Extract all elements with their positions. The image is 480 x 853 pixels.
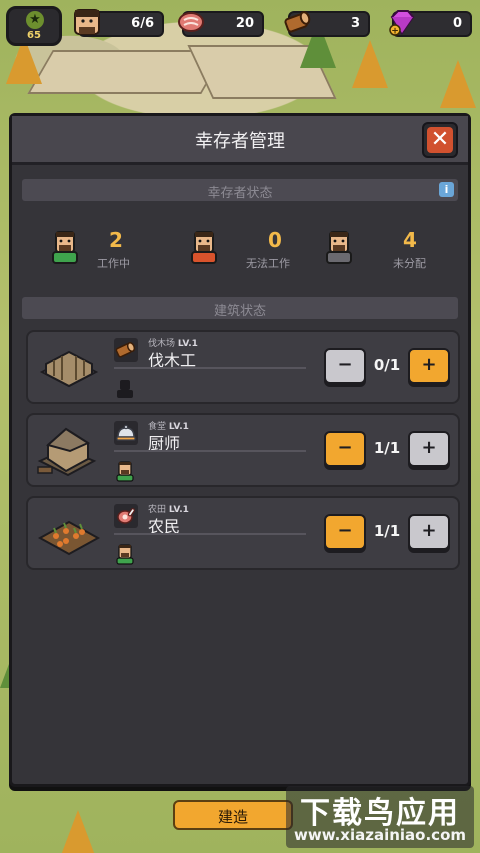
working-count: 2 <box>109 228 123 252</box>
working-survivor-icon <box>52 231 78 264</box>
top-hud: ★ 65 6/6 20 3 + 0 <box>6 6 474 46</box>
canteen-building-icon <box>37 427 97 477</box>
assigned-count: 1/1 <box>373 439 401 457</box>
wood-log-icon <box>284 11 311 33</box>
star-icon: ★ <box>26 11 44 29</box>
add-worker-button[interactable]: + <box>408 431 450 467</box>
stat-unable: 0 无法工作 <box>188 228 318 272</box>
site-watermark: 下载鸟应用 www.xiazainiao.com <box>286 786 474 848</box>
unassigned-survivor-icon <box>326 231 352 264</box>
meat-icon <box>178 12 204 32</box>
assigned-count: 0/1 <box>373 356 401 374</box>
building-status-header: 建筑状态 <box>22 297 458 319</box>
building-card-lumber-mill: 伐木场 LV.1 伐木工 − 0/1 + <box>26 330 460 404</box>
divider <box>114 533 306 535</box>
player-level: 65 <box>27 30 41 41</box>
worker-stepper: − 1/1 + <box>324 514 450 554</box>
assigned-worker-icon <box>116 461 134 482</box>
wood-counter[interactable]: 3 <box>284 11 370 37</box>
player-level-badge[interactable]: ★ 65 <box>6 6 62 46</box>
meat-counter[interactable]: 20 <box>178 11 264 37</box>
survivor-management-modal: 幸存者管理 ✕ 幸存者状态 i 2 工作中 0 无法工作 4 未分配 建筑状态 … <box>9 113 471 787</box>
info-icon[interactable]: i <box>439 182 454 197</box>
building-card-canteen: 食堂 LV.1 厨师 − 1/1 + <box>26 413 460 487</box>
add-worker-button[interactable]: + <box>408 348 450 384</box>
unassigned-label: 未分配 <box>393 257 426 270</box>
gem-counter[interactable]: + 0 <box>389 10 472 37</box>
worker-stepper: − 1/1 + <box>324 431 450 471</box>
remove-worker-button[interactable]: − <box>324 348 366 384</box>
ham-icon <box>114 504 138 528</box>
wood-count: 3 <box>350 16 360 31</box>
survivor-face-icon <box>74 9 100 35</box>
unassigned-count: 4 <box>403 228 417 252</box>
close-button[interactable]: ✕ <box>422 122 458 158</box>
modal-header: 幸存者管理 ✕ <box>12 116 468 165</box>
assigned-worker-icon <box>116 544 134 565</box>
meat-count: 20 <box>235 16 254 31</box>
farm-building-icon <box>37 520 101 556</box>
remove-worker-button[interactable]: − <box>324 431 366 467</box>
divider <box>114 367 306 369</box>
unable-label: 无法工作 <box>246 257 290 270</box>
autumn-tree <box>352 40 388 88</box>
survivor-status-header: 幸存者状态 i <box>22 179 458 201</box>
remove-worker-button[interactable]: − <box>324 514 366 550</box>
log-icon <box>114 338 138 362</box>
divider <box>114 450 306 452</box>
cloche-icon <box>114 421 138 445</box>
stat-unassigned: 4 未分配 <box>323 228 453 272</box>
unable-count: 0 <box>268 228 282 252</box>
empty-worker-slot-icon <box>117 380 133 398</box>
assigned-count: 1/1 <box>373 522 401 540</box>
survivor-count: 6/6 <box>131 16 154 31</box>
lumber-mill-building-icon <box>39 350 99 388</box>
add-worker-button[interactable]: + <box>408 514 450 550</box>
building-status-label: 建筑状态 <box>213 304 266 319</box>
watermark-url: www.xiazainiao.com <box>293 826 467 844</box>
close-icon: ✕ <box>427 127 453 153</box>
working-label: 工作中 <box>97 257 130 270</box>
stat-working: 2 工作中 <box>49 228 179 272</box>
gem-plus-icon: + <box>389 10 415 37</box>
build-label: 建造 <box>217 808 248 826</box>
survivor-counter[interactable]: 6/6 <box>74 9 164 37</box>
autumn-tree <box>60 810 96 853</box>
modal-title: 幸存者管理 <box>195 131 285 152</box>
survivor-status-label: 幸存者状态 <box>207 186 273 201</box>
worker-stepper: − 0/1 + <box>324 348 450 388</box>
gem-count: 0 <box>452 16 462 31</box>
autumn-tree <box>440 60 476 108</box>
build-button[interactable]: 建造 <box>173 800 293 830</box>
svg-text:+: + <box>391 27 399 37</box>
building-card-farm: 农田 LV.1 农民 − 1/1 + <box>26 496 460 570</box>
unable-survivor-icon <box>191 231 217 264</box>
